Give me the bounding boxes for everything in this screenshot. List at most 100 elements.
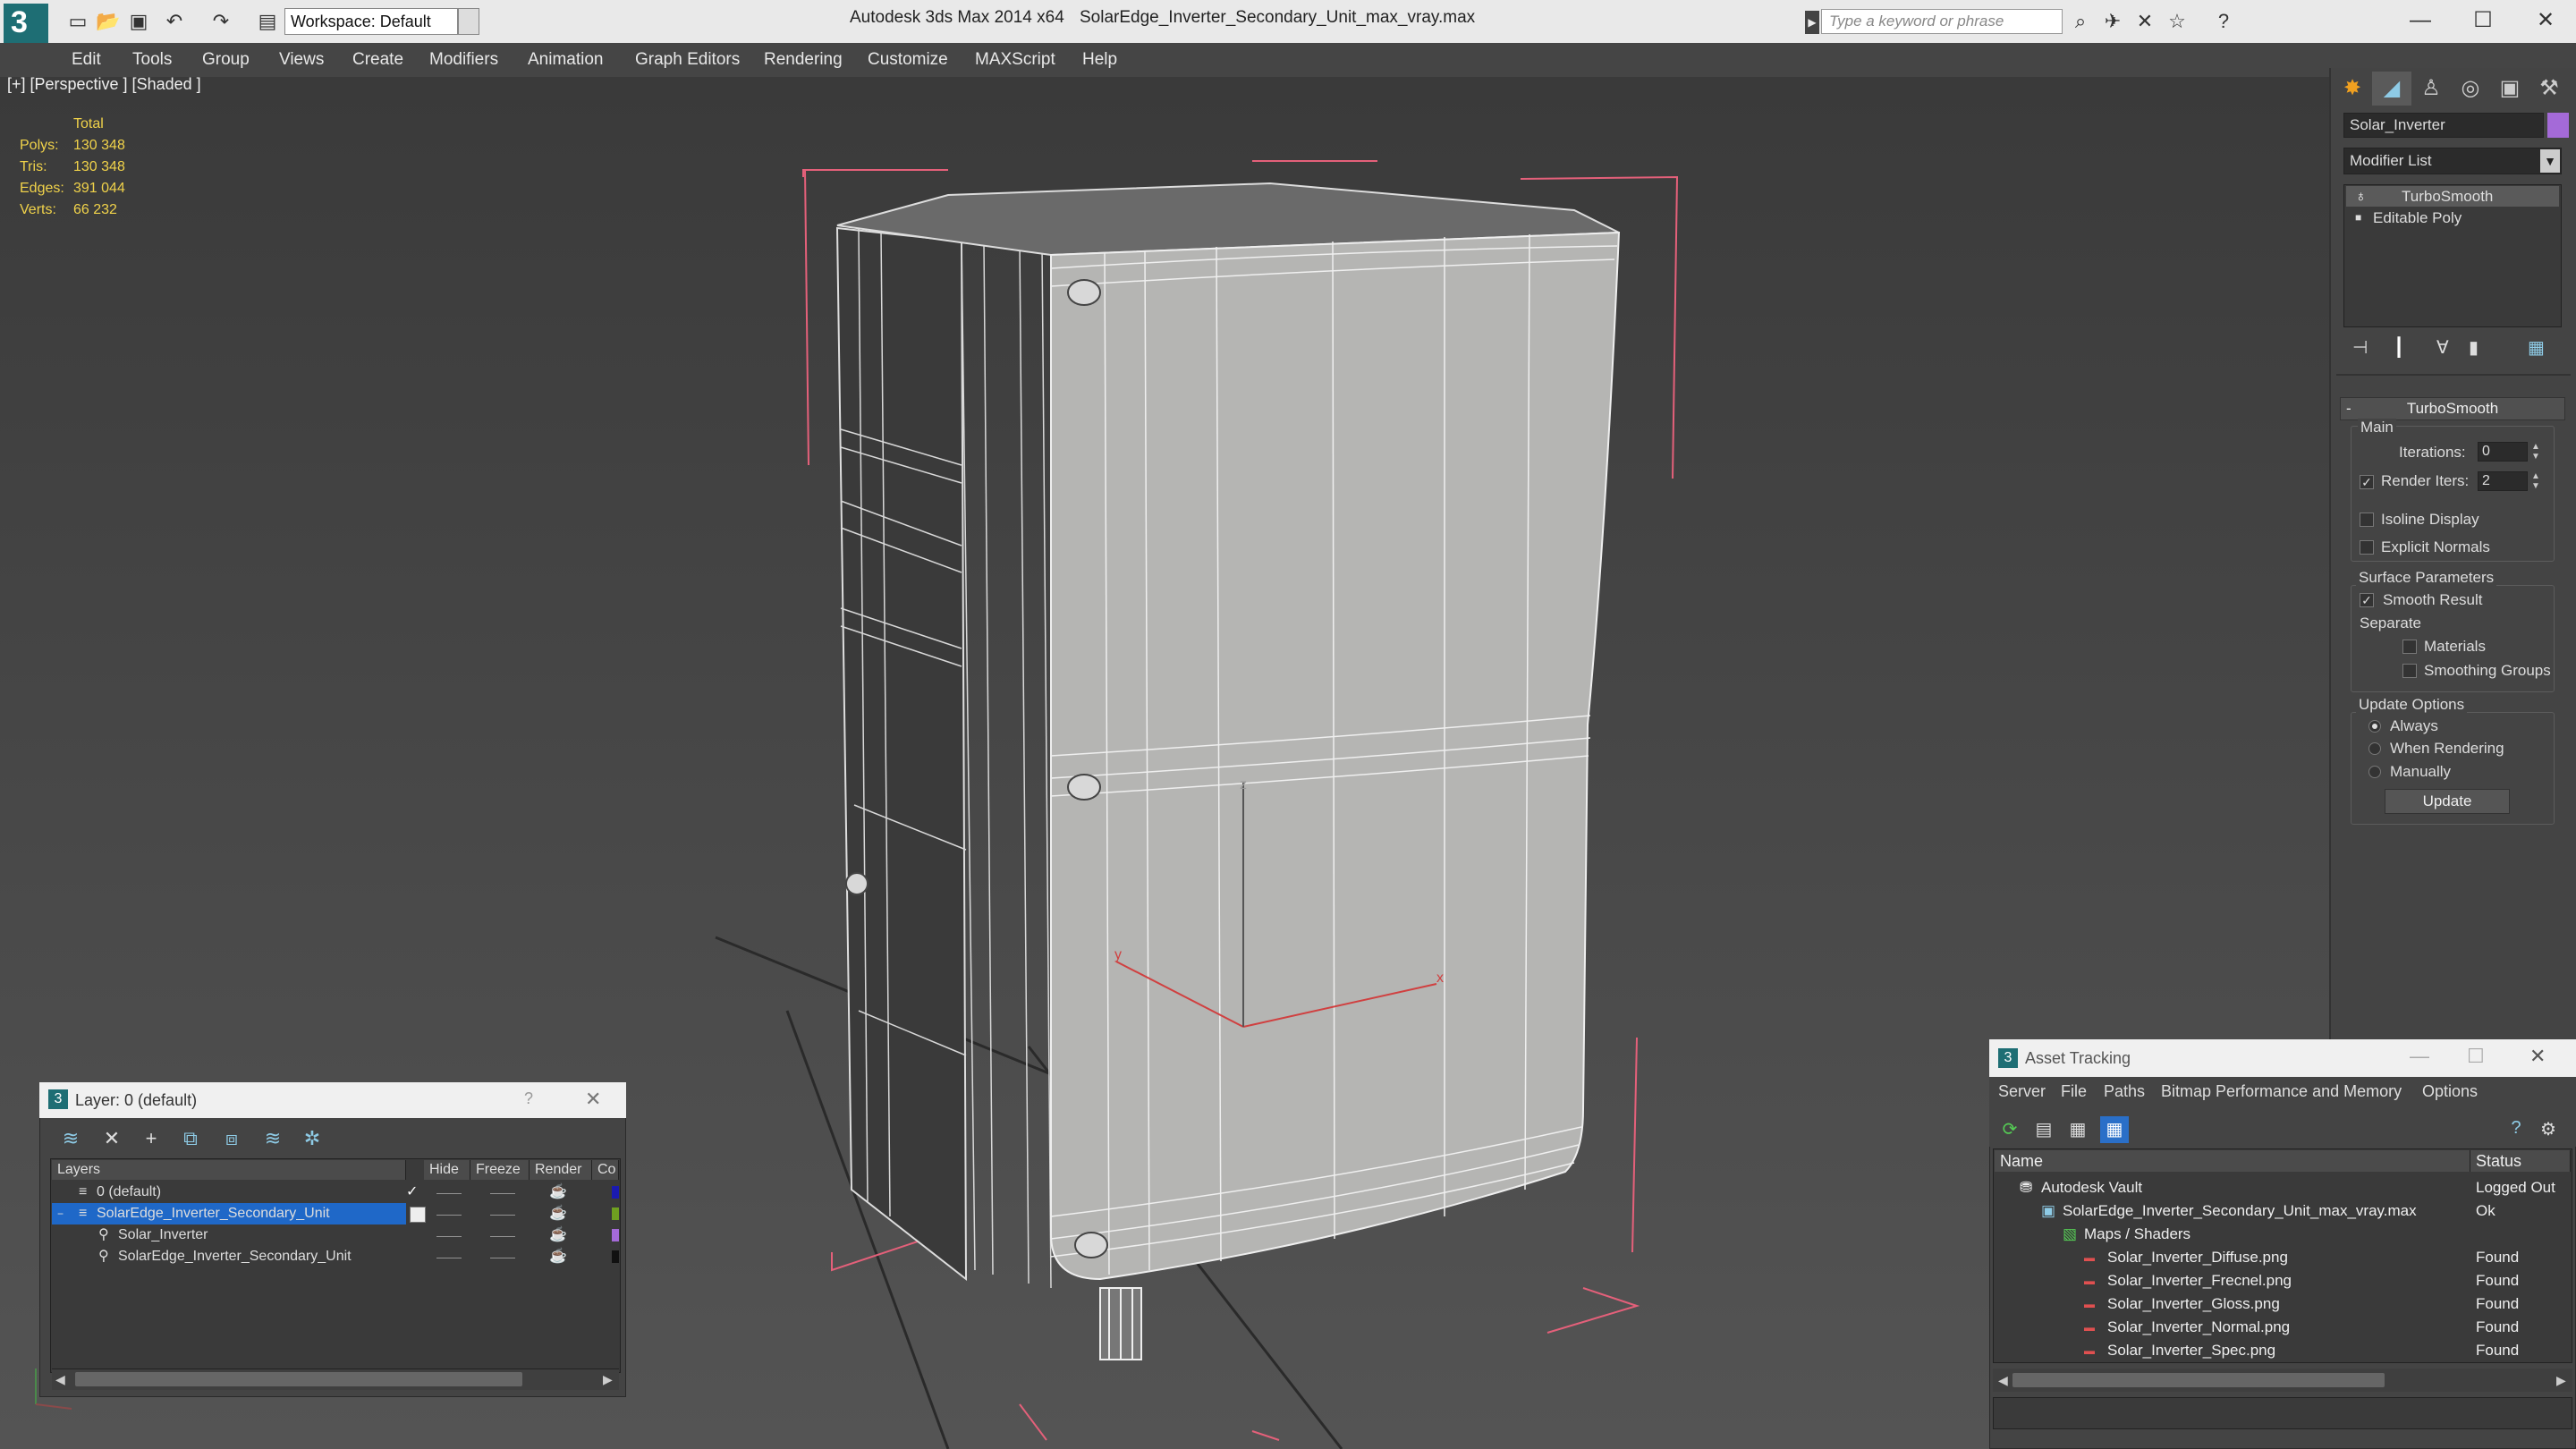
asset-row[interactable]: ▬ Solar_Inverter_Spec.png Found bbox=[1995, 1340, 2571, 1361]
object-row[interactable]: ⚲ SolarEdge_Inverter_Secondary_Unit —— —… bbox=[52, 1246, 619, 1267]
update-button[interactable]: Update bbox=[2385, 789, 2510, 814]
freeze-toggle[interactable]: —— bbox=[490, 1203, 515, 1224]
favorites-star-icon[interactable]: ☆ bbox=[2163, 9, 2191, 34]
asset-menu-server[interactable]: Server bbox=[1998, 1082, 2046, 1101]
column-hide[interactable]: Hide bbox=[424, 1160, 470, 1180]
project-folder-icon[interactable]: ▤ bbox=[254, 9, 281, 34]
iterations-spinner[interactable]: 0 bbox=[2478, 442, 2528, 462]
highlight-selected-layer-icon[interactable]: ⧈ bbox=[216, 1125, 247, 1152]
app-logo-icon[interactable]: 3 bbox=[4, 4, 48, 43]
freeze-toggle[interactable]: —— bbox=[490, 1224, 515, 1246]
workspace-dropdown[interactable]: Workspace: Default bbox=[284, 8, 458, 35]
exchange-icon[interactable]: ✕ bbox=[2131, 9, 2159, 34]
search-input[interactable]: Type a keyword or phrase bbox=[1821, 9, 2063, 34]
configure-modifier-sets-icon[interactable]: ▦ bbox=[2528, 336, 2545, 359]
asset-row[interactable]: ▧ Maps / Shaders bbox=[1995, 1224, 2571, 1245]
hide-toggle[interactable]: —— bbox=[436, 1224, 462, 1246]
menu-rendering[interactable]: Rendering bbox=[764, 43, 843, 77]
menu-maxscript[interactable]: MAXScript bbox=[975, 43, 1055, 77]
hide-unhide-all-icon[interactable]: ≋ bbox=[258, 1125, 288, 1152]
isoline-display-checkbox[interactable] bbox=[2360, 513, 2374, 527]
asset-help-icon[interactable]: ? bbox=[2504, 1118, 2528, 1141]
asset-close-icon[interactable]: ✕ bbox=[2529, 1045, 2546, 1068]
asset-menu-bitmap[interactable]: Bitmap Performance and Memory bbox=[2161, 1082, 2402, 1101]
hierarchy-tab-icon[interactable]: ♙ bbox=[2411, 72, 2451, 106]
column-layers[interactable]: Layers bbox=[52, 1160, 406, 1180]
table-view-icon[interactable]: ▦ bbox=[2100, 1116, 2129, 1143]
asset-column-status[interactable]: Status bbox=[2470, 1150, 2571, 1172]
save-icon[interactable]: ▣ bbox=[125, 9, 152, 34]
asset-settings-icon[interactable]: ⚙ bbox=[2537, 1118, 2560, 1141]
render-iters-spinner[interactable]: 2 bbox=[2478, 471, 2528, 491]
layer-row[interactable]: ≡ 0 (default) ✓ —— —— ☕ bbox=[52, 1182, 619, 1203]
hide-toggle[interactable]: —— bbox=[436, 1246, 462, 1267]
layer-window-help-icon[interactable]: ? bbox=[524, 1089, 533, 1108]
hide-toggle[interactable]: —— bbox=[436, 1203, 462, 1224]
open-file-icon[interactable]: 📂 bbox=[95, 9, 122, 34]
object-color-swatch[interactable] bbox=[2547, 113, 2569, 138]
workspace-dropdown-arrow-icon[interactable]: ▼ bbox=[458, 8, 479, 35]
freeze-toggle[interactable]: —— bbox=[490, 1246, 515, 1267]
stack-item-turbosmooth[interactable]: ♁ TurboSmooth bbox=[2346, 186, 2559, 207]
menu-animation[interactable]: Animation bbox=[528, 43, 604, 77]
show-end-result-icon[interactable]: ┃ bbox=[2394, 336, 2404, 359]
render-iters-spinner-arrows-icon[interactable]: ▲ ▼ bbox=[2529, 471, 2542, 491]
layer-scrollbar-thumb[interactable] bbox=[75, 1372, 522, 1386]
menu-modifiers[interactable]: Modifiers bbox=[429, 43, 498, 77]
turbosmooth-rollout-header[interactable]: - TurboSmooth bbox=[2340, 397, 2565, 420]
render-teapot-icon[interactable]: ☕ bbox=[549, 1224, 567, 1246]
render-teapot-icon[interactable]: ☕ bbox=[549, 1182, 567, 1203]
undo-icon[interactable]: ↶ bbox=[161, 9, 188, 34]
manually-radio[interactable] bbox=[2368, 766, 2381, 778]
layer-color-swatch[interactable] bbox=[612, 1186, 619, 1199]
list-view-icon[interactable]: ▤ bbox=[2032, 1118, 2055, 1141]
bulb-icon[interactable]: ♁ bbox=[2355, 186, 2367, 207]
refresh-icon[interactable]: ⟳ bbox=[1998, 1118, 2021, 1141]
search-expand-icon[interactable]: ▶ bbox=[1805, 11, 1819, 34]
menu-edit[interactable]: Edit bbox=[72, 43, 101, 77]
smooth-result-checkbox[interactable]: ✓ bbox=[2360, 593, 2374, 607]
redo-icon[interactable]: ↷ bbox=[208, 9, 234, 34]
motion-tab-icon[interactable]: ◎ bbox=[2451, 72, 2490, 106]
layer-window-close-icon[interactable]: ✕ bbox=[585, 1088, 601, 1111]
menu-customize[interactable]: Customize bbox=[868, 43, 948, 77]
make-unique-icon[interactable]: ∀ bbox=[2436, 336, 2449, 359]
when-rendering-radio[interactable] bbox=[2368, 742, 2381, 755]
asset-menu-file[interactable]: File bbox=[2061, 1082, 2087, 1101]
scroll-left-icon[interactable]: ◀ bbox=[55, 1372, 65, 1387]
new-file-icon[interactable]: ▭ bbox=[64, 9, 91, 34]
asset-row[interactable]: ▬ Solar_Inverter_Gloss.png Found bbox=[1995, 1293, 2571, 1315]
menu-views[interactable]: Views bbox=[279, 43, 324, 77]
layer-color-swatch[interactable] bbox=[612, 1208, 619, 1220]
column-color[interactable]: Co bbox=[592, 1160, 619, 1180]
help-icon[interactable]: ? bbox=[2209, 9, 2238, 34]
asset-minimize-icon[interactable]: — bbox=[2410, 1045, 2429, 1068]
iterations-spinner-arrows-icon[interactable]: ▲ ▼ bbox=[2529, 442, 2542, 462]
menu-create[interactable]: Create bbox=[352, 43, 403, 77]
asset-row[interactable]: ▬ Solar_Inverter_Normal.png Found bbox=[1995, 1317, 2571, 1338]
object-name-field[interactable]: Solar_Inverter bbox=[2343, 113, 2544, 138]
close-icon[interactable]: ✕ bbox=[2519, 4, 2572, 38]
display-tab-icon[interactable]: ▣ bbox=[2490, 72, 2529, 106]
explicit-normals-checkbox[interactable] bbox=[2360, 540, 2374, 555]
menu-tools[interactable]: Tools bbox=[132, 43, 172, 77]
layer-window-titlebar[interactable]: 3 Layer: 0 (default) ? ✕ bbox=[39, 1082, 626, 1118]
object-row[interactable]: ⚲ Solar_Inverter —— —— ☕ bbox=[52, 1224, 619, 1246]
materials-checkbox[interactable] bbox=[2402, 640, 2417, 654]
asset-menu-options[interactable]: Options bbox=[2422, 1082, 2478, 1101]
utilities-tab-icon[interactable]: ⚒ bbox=[2529, 72, 2569, 106]
expand-plus-icon[interactable]: ■ bbox=[2355, 208, 2361, 228]
asset-scrollbar-thumb[interactable] bbox=[2012, 1373, 2385, 1387]
delete-layer-icon[interactable]: ✕ bbox=[97, 1125, 127, 1152]
hide-toggle[interactable]: —— bbox=[436, 1182, 462, 1203]
column-render[interactable]: Render bbox=[530, 1160, 592, 1180]
binoculars-icon[interactable]: ⌕ bbox=[2066, 9, 2095, 34]
asset-column-name[interactable]: Name bbox=[1995, 1150, 2470, 1172]
render-iters-checkbox[interactable]: ✓ bbox=[2360, 475, 2374, 489]
current-layer-check-icon[interactable]: ✓ bbox=[406, 1182, 418, 1203]
asset-scroll-left-icon[interactable]: ◀ bbox=[1998, 1373, 2008, 1388]
asset-maximize-icon[interactable]: ☐ bbox=[2467, 1045, 2485, 1068]
render-teapot-icon[interactable]: ☕ bbox=[549, 1246, 567, 1267]
modifier-list-arrow-icon[interactable]: ▼ bbox=[2540, 149, 2560, 173]
asset-row[interactable]: ▣ SolarEdge_Inverter_Secondary_Unit_max_… bbox=[1995, 1200, 2571, 1222]
